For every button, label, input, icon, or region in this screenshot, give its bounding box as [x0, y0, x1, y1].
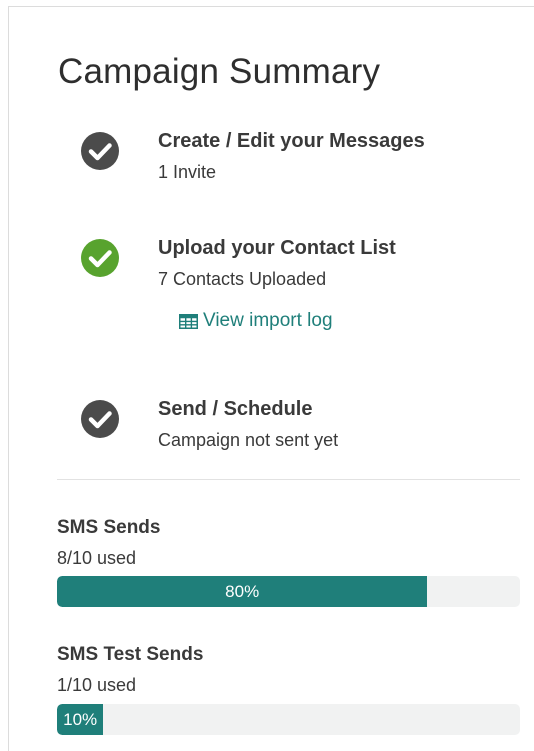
view-import-log-link[interactable]: View import log — [179, 310, 333, 332]
step-subtitle: 1 Invite — [158, 162, 217, 182]
table-icon — [179, 313, 198, 329]
page-title: Campaign Summary — [58, 52, 381, 91]
step-subtitle: Campaign not sent yet — [158, 430, 339, 450]
campaign-summary-panel: Campaign Summary Create / Edit your Mess… — [8, 6, 534, 751]
check-circle-icon — [81, 132, 119, 170]
check-circle-icon — [81, 400, 119, 438]
view-import-log-label: View import log — [203, 310, 333, 331]
check-circle-icon — [81, 239, 119, 277]
step-title: Upload your Contact List — [158, 237, 396, 259]
quota-title: SMS Sends — [57, 517, 161, 538]
step-title: Send / Schedule — [158, 398, 313, 420]
section-divider — [57, 479, 520, 480]
quota-used-text: 1/10 used — [57, 675, 137, 695]
step-title: Create / Edit your Messages — [158, 130, 425, 152]
progress-fill: 80% — [57, 576, 428, 607]
progress-fill: 10% — [57, 704, 104, 735]
step-subtitle: 7 Contacts Uploaded — [158, 269, 327, 289]
quota-title: SMS Test Sends — [57, 644, 204, 665]
progress-bar: 10% — [57, 704, 520, 735]
progress-bar: 80% — [57, 576, 520, 607]
quota-used-text: 8/10 used — [57, 548, 137, 568]
